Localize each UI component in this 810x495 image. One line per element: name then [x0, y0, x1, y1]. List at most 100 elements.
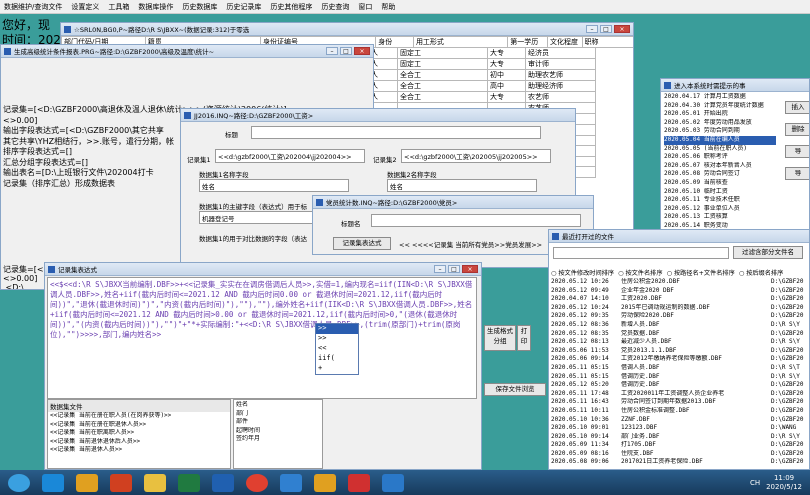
sort-radio-path[interactable]: ○ 按路径名+文件名排序	[667, 268, 735, 277]
autocomplete-item[interactable]: >>	[316, 334, 358, 344]
notes-item[interactable]: 2020.05.11 专业技术任职	[664, 196, 776, 205]
filename-filter-input[interactable]	[553, 247, 729, 259]
input-method[interactable]: CH	[750, 479, 760, 487]
close-icon[interactable]: ×	[614, 25, 630, 33]
minimize-icon[interactable]: –	[434, 265, 446, 273]
windows-icon[interactable]	[280, 473, 302, 492]
main-table-titlebar[interactable]: ☆SRL0N,BG0,P~路径D:\R S\JBXX~(数据记录:312)于零选…	[61, 23, 633, 36]
file-row[interactable]: 2020.05.11 17:48 工资2020011年工资调整人员企业养老 D:\G…	[551, 390, 809, 399]
title-input[interactable]	[371, 214, 581, 227]
field-list[interactable]: 姓名 部门 部件 起聘时间 签约年月	[233, 399, 323, 469]
file-row[interactable]: 2020.05.08 09:06 2017021日工资养老保险.DBF D:\GZB…	[551, 458, 809, 467]
delete-button[interactable]: 删除	[785, 123, 809, 136]
file-row[interactable]: 2020.05.11 16:43 劳动合同签订到期年数据2013.DBF D:\GZ…	[551, 398, 809, 407]
table-cell[interactable]: 大专	[487, 58, 526, 70]
file-row[interactable]: 2020.05.12 10:24 2015年已调动规运制的数据.DBF D:\GZB…	[551, 304, 809, 313]
table-cell[interactable]: 全合工	[397, 80, 488, 92]
table-row[interactable]: 工人全合工大专农艺师	[361, 91, 596, 103]
autocomplete-popup[interactable]: >> >> << iif(+	[315, 323, 359, 375]
app2-icon[interactable]	[348, 473, 370, 492]
minimize-icon[interactable]: –	[586, 25, 598, 33]
file-row[interactable]: 2020.05.10 09:14 部门业务.DBF D:\R S\Y	[551, 433, 809, 442]
export-button[interactable]: 导	[785, 167, 809, 180]
notes-item[interactable]: 2020.05.05 (当前在职人员)	[664, 145, 776, 154]
file-row[interactable]: 2020.04.07 14:10 工资2020.DBF D:\GZBF20	[551, 295, 809, 304]
app-icon[interactable]	[110, 473, 132, 492]
file-row[interactable]: 2020.05.12 09:49 企业年金2020 DBF D:\GZBF20	[551, 287, 809, 296]
table-row[interactable]: 工人全合工初中助理农艺师	[361, 69, 596, 81]
autocomplete-item[interactable]: +	[316, 364, 358, 374]
notes-item[interactable]: 2020.05.04 当前在编人员	[664, 135, 776, 145]
menu-item-window[interactable]: 窗口	[358, 2, 372, 12]
file-row[interactable]: 2020.05.11 10:11 住房公积金标准调整.DBF D:\GZBF20	[551, 407, 809, 416]
stats-titlebar[interactable]: 生成高级统计条件报表.PRG~路径:D:\GZBF2000\高级及温度\统计~ …	[1, 45, 373, 58]
field-item[interactable]: 姓名	[236, 401, 320, 410]
field-item[interactable]: 部门	[236, 410, 320, 419]
table-row[interactable]: 工人全合工高中助理经济师	[361, 80, 596, 92]
file-row[interactable]: 2020.05.12 10:26 住房公积金2020.DBF D:\GZBF20	[551, 278, 809, 287]
notes-item[interactable]: 2020.05.13 工资核算	[664, 213, 776, 222]
table-cell[interactable]: 全合工	[397, 91, 488, 103]
menu-item-history-programs[interactable]: 历史其他程序	[270, 2, 312, 12]
notes-item[interactable]: 2020.05.01 开始出院	[664, 110, 776, 119]
field2-select[interactable]: 姓名	[387, 179, 537, 192]
expression-button[interactable]: 记录集表达式	[333, 237, 391, 250]
table-cell[interactable]: 大专	[487, 91, 526, 103]
dataset-item[interactable]: <<记录集 当前在职离职人员>>	[50, 429, 228, 438]
folder-icon[interactable]	[76, 473, 98, 492]
table-cell[interactable]: 大专	[487, 47, 526, 59]
table-cell[interactable]: 全合工	[397, 69, 488, 81]
sort-radio-name[interactable]: ○ 按文件名排序	[618, 268, 663, 277]
table-cell[interactable]: 固定工	[397, 47, 488, 59]
ie-icon[interactable]	[42, 473, 64, 492]
field1-select[interactable]: 姓名	[199, 179, 349, 192]
sort-radio-ext[interactable]: ○ 按后缀名排序	[739, 268, 784, 277]
fox-icon[interactable]	[314, 473, 336, 492]
edge-icon[interactable]	[382, 473, 404, 492]
file-row[interactable]: 2020.05.11 05:15 借调人员.DBF D:\R S\T	[551, 364, 809, 373]
filter-button[interactable]: 过滤含部分文件名	[733, 246, 803, 259]
notes-item[interactable]: 2020.05.02 年度劳动用品发放	[664, 119, 776, 128]
minimize-icon[interactable]: –	[326, 47, 338, 55]
table-row[interactable]: 工人固定工大专审计师	[361, 58, 596, 70]
file-row[interactable]: 2020.05.09 08:16 住院支.DBF D:\GZBF20	[551, 450, 809, 459]
notes-titlebar[interactable]: 进入本系统时需提示的事	[661, 79, 809, 92]
table-cell[interactable]: 助理经济师	[525, 80, 596, 92]
browser-icon[interactable]	[246, 473, 268, 492]
recset2-input[interactable]: <<d:\gzbf2000\工资\202005\jj202005>>	[401, 149, 551, 163]
maximize-icon[interactable]: □	[448, 265, 460, 273]
notes-item[interactable]: 2020.04.30 计算党员年度统计数据	[664, 102, 776, 111]
dataset-item[interactable]: <<记录集 当前在册在职退休人员>>	[50, 421, 228, 430]
notes-item[interactable]: 2020.05.08 劳动合同签订	[664, 170, 776, 179]
recset1-input[interactable]: <<d:\gzbf2000\工资\202004\jj202004>>	[215, 149, 365, 163]
file-row[interactable]: 2020.05.10 09:01 123123.DBF D:\WANG	[551, 424, 809, 433]
notes-list[interactable]: 2020.04.17 计算月工资数据 2020.04.30 计算党员年度统计数据 2…	[664, 93, 776, 235]
autocomplete-item[interactable]: iif(	[316, 354, 358, 364]
file-row[interactable]: 2020.05.12 08:35 党员数据.DBF D:\GZBF20	[551, 330, 809, 339]
table-cell[interactable]: 经济员	[525, 47, 596, 59]
table-cell[interactable]: 农艺师	[525, 91, 596, 103]
filter-titlebar[interactable]: JJ2016.INQ~路径:D:\GZBF2000\工资>	[181, 109, 575, 122]
dataset-item[interactable]: <<记录集 当前退休人员>>	[50, 446, 228, 455]
table-cell[interactable]: 固定工	[397, 58, 488, 70]
autocomplete-item[interactable]: >>	[316, 324, 358, 334]
notes-icon[interactable]	[144, 473, 166, 492]
notes-item[interactable]: 2020.05.03 劳动合同到期	[664, 127, 776, 136]
menu-item-data[interactable]: 数据维护/查询文件	[4, 2, 62, 12]
excel-icon[interactable]	[178, 473, 200, 492]
file-row[interactable]: 2020.05.10 10:36 ZZNF.DBF D:\GZBF20	[551, 416, 809, 425]
insert-button[interactable]: 插入	[785, 101, 809, 114]
column-header[interactable]: 身份	[375, 36, 414, 48]
field-item[interactable]: 起聘时间	[236, 427, 320, 436]
maximize-icon[interactable]: □	[600, 25, 612, 33]
file-row[interactable]: 2020.05.11 05:15 借调历史.DBF D:\R S\Y	[551, 373, 809, 382]
file-row[interactable]: 2020.05.06 11:53 党员2013.1.1.DBF D:\GZBF20	[551, 347, 809, 356]
notes-item[interactable]: 2020.04.17 计算月工资数据	[664, 93, 776, 102]
notes-item[interactable]: 2020.05.09 当前核查	[664, 179, 776, 188]
menu-item-help[interactable]: 帮助	[381, 2, 395, 12]
table-cell[interactable]: 初中	[487, 69, 526, 81]
title-input[interactable]	[251, 126, 541, 139]
expression-editor[interactable]: <<$<<d:\R S\JBXX当前编制.DBF>>+<<记录集_实实在在调房借…	[47, 277, 477, 399]
recent-files-titlebar[interactable]: 最近打开过的文件	[549, 230, 809, 243]
file-row[interactable]: 2020.05.09 11:34 打1705.DBF D:\GZBF20	[551, 441, 809, 450]
